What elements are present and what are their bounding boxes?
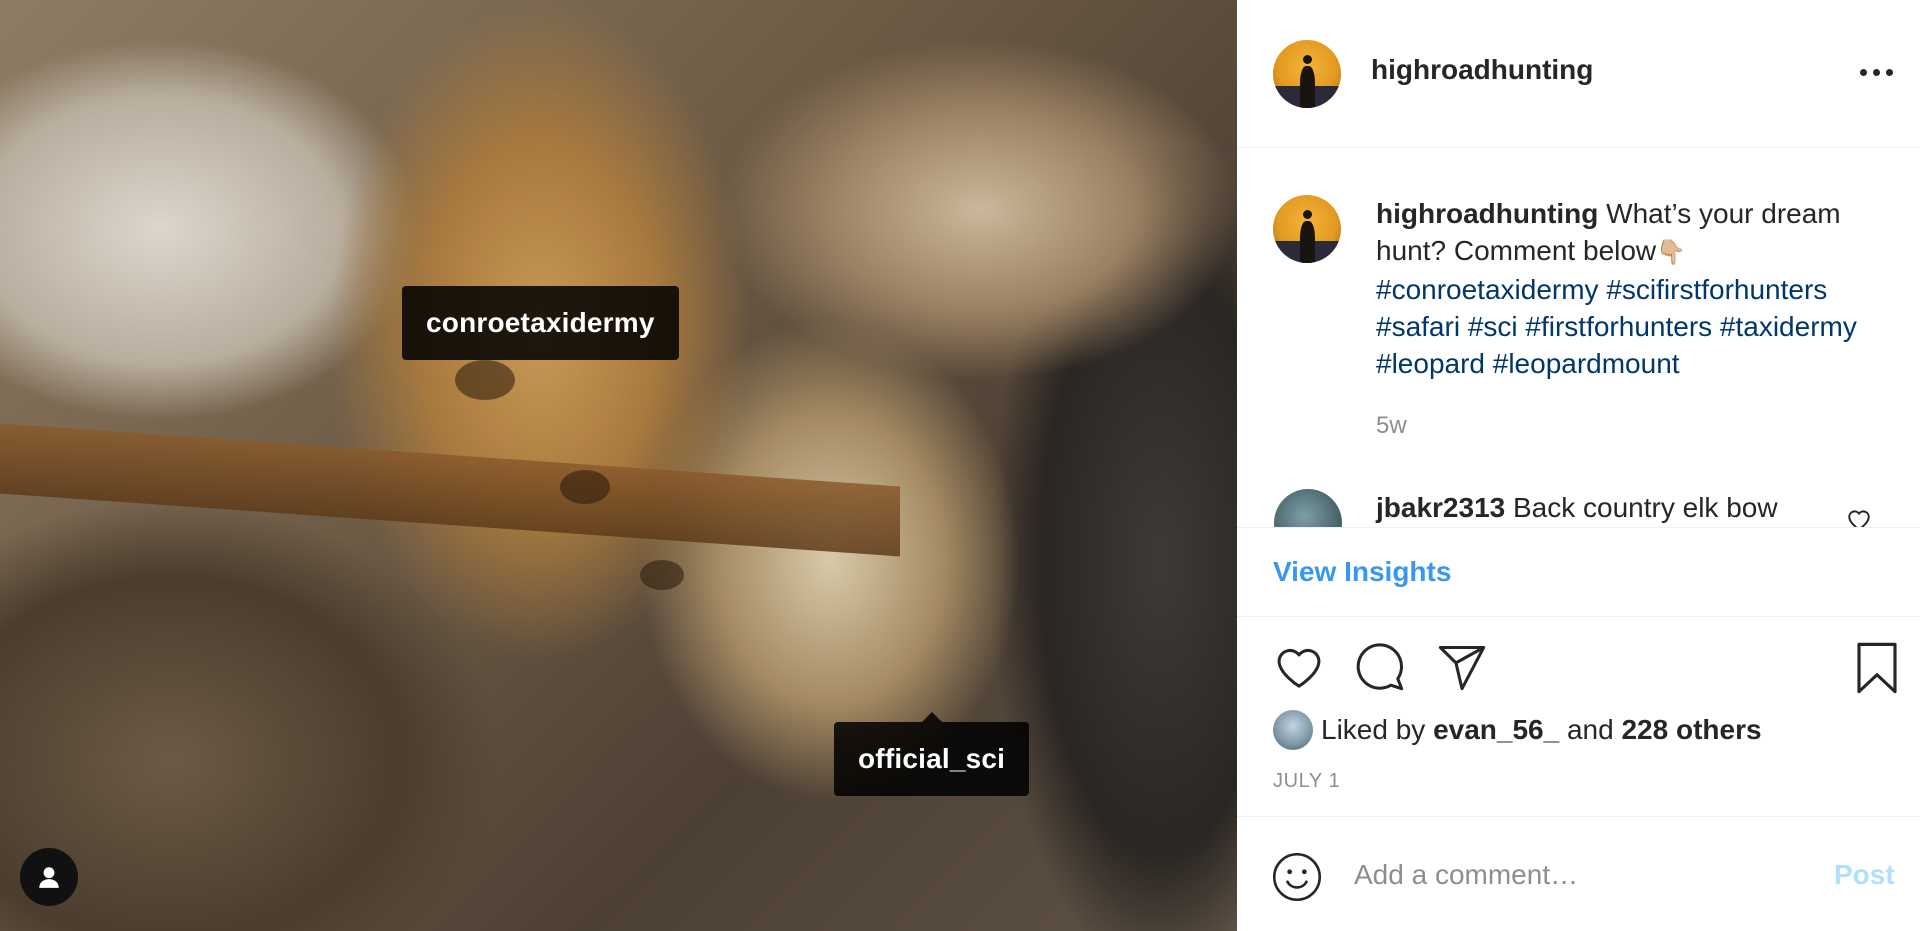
post-caption: highroadhunting What’s your dream hunt? … [1376,195,1896,382]
comment-text: Back country elk bow [1513,492,1778,523]
likes-others[interactable]: 228 others [1621,714,1761,746]
comment-item: jbakr2313 Back country elk bow [1376,489,1846,526]
action-bar [1237,617,1920,717]
photo-detail [560,470,610,504]
likes-summary[interactable]: Liked by evan_56_ and 228 others [1273,710,1762,750]
commenter-avatar[interactable] [1274,489,1342,527]
heart-icon[interactable] [1273,641,1325,691]
photo-tag-conroetaxidermy[interactable]: conroetaxidermy [402,286,679,360]
likes-prefix: Liked by [1321,714,1426,745]
bookmark-icon[interactable] [1853,641,1901,695]
photo-detail [455,360,515,400]
post-photo[interactable]: conroetaxidermy official_sci [0,0,1237,931]
liker-username[interactable]: evan_56_ [1433,714,1559,746]
view-insights-link[interactable]: View Insights [1273,556,1451,588]
likes-joiner: and [1566,714,1614,745]
post-comment-button[interactable]: Post [1834,859,1895,891]
caption-username[interactable]: highroadhunting [1376,198,1598,229]
photo-tag-official-sci[interactable]: official_sci [834,722,1030,796]
pointing-down-emoji: 👇🏼 [1656,239,1687,266]
liker-avatar [1273,710,1313,750]
post-date[interactable]: JULY 1 [1273,770,1340,793]
more-options-icon[interactable] [1860,60,1900,84]
caption-hashtags[interactable]: #conroetaxidermy #scifirstforhunters #sa… [1376,274,1857,379]
share-icon[interactable] [1435,641,1489,693]
insights-bar: View Insights [1237,527,1920,617]
caption-avatar[interactable] [1273,195,1341,263]
author-username[interactable]: highroadhunting [1371,54,1593,86]
photo-shelf [0,423,900,557]
author-avatar[interactable] [1273,40,1341,108]
emoji-icon[interactable] [1271,851,1323,903]
comment-icon[interactable] [1353,641,1407,693]
comment-input[interactable] [1354,853,1794,897]
photo-detail [640,560,684,590]
tagged-users-button[interactable] [20,848,78,906]
commenter-username[interactable]: jbakr2313 [1376,492,1505,523]
post-header: highroadhunting [1237,0,1920,148]
comments-list: highroadhunting What’s your dream hunt? … [1237,149,1920,527]
person-icon [39,867,59,888]
post-details-panel: highroadhunting highroadhunting What’s y… [1237,0,1920,931]
add-comment-bar: Post [1237,816,1920,931]
caption-timestamp[interactable]: 5w [1376,412,1407,440]
like-comment-icon[interactable] [1846,507,1872,527]
